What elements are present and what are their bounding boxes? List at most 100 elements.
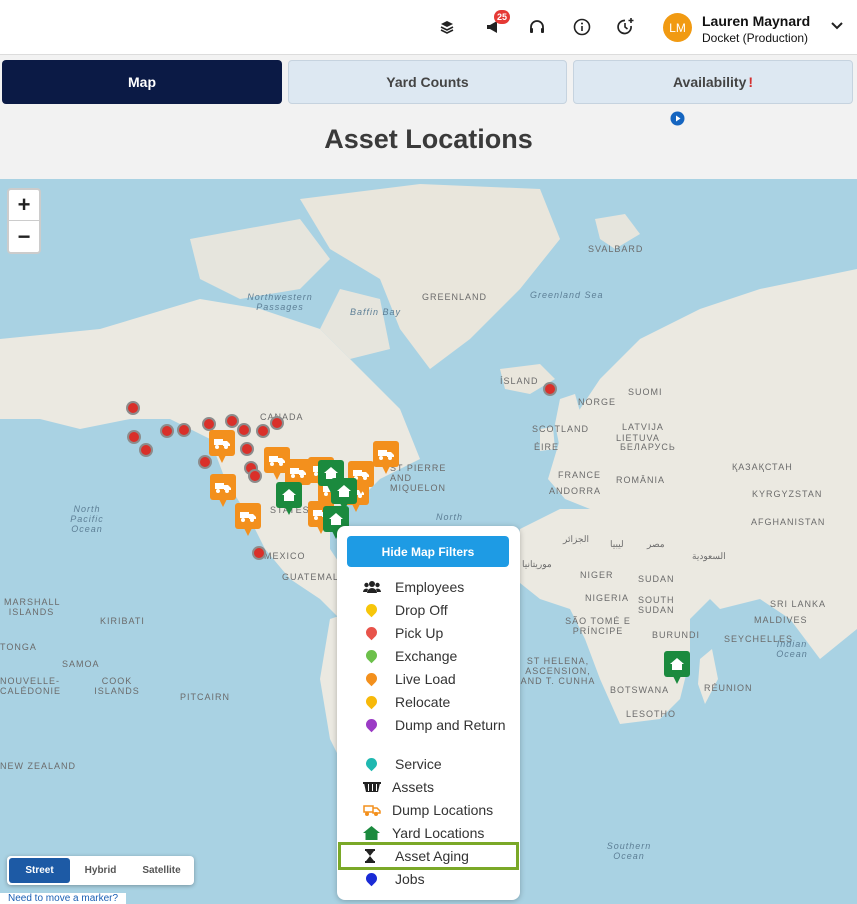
- map-type-control: Street Hybrid Satellite: [7, 856, 194, 885]
- dump-truck-icon[interactable]: [209, 430, 235, 463]
- map-label-romania: ROMÂNIA: [616, 475, 666, 485]
- tab-yard-counts[interactable]: Yard Counts: [288, 60, 567, 104]
- jobs-marker-icon: [363, 870, 380, 887]
- info-icon[interactable]: [571, 16, 593, 38]
- zoom-in-button[interactable]: +: [9, 190, 39, 221]
- map-label-sao-tome: SÃO TOMÉ E PRÍNCIPE: [565, 616, 631, 636]
- map-type-street-button[interactable]: Street: [9, 858, 70, 883]
- pick-up-marker[interactable]: [126, 401, 140, 415]
- map-label-maldives: MALDIVES: [754, 615, 808, 625]
- map-label-eire: ÉIRE: [534, 442, 560, 452]
- map-label-niger: NIGER: [580, 570, 614, 580]
- notification-badge: 25: [494, 10, 510, 24]
- map-label-saudi: السعودية: [692, 551, 726, 561]
- map-type-satellite-button[interactable]: Satellite: [131, 858, 192, 883]
- map-label-mauritania: موريتانيا: [522, 559, 552, 569]
- pick-up-marker[interactable]: [127, 430, 141, 444]
- map-label-belarus: БЕЛАРУСЬ: [620, 442, 676, 452]
- filter-label: Service: [395, 756, 442, 772]
- dump-truck-icon[interactable]: [235, 503, 261, 536]
- map-label-tonga: TONGA: [0, 642, 37, 652]
- map-label-france: FRANCE: [558, 470, 602, 480]
- filter-label: Drop Off: [395, 602, 448, 618]
- dump-return-marker-icon: [363, 716, 380, 733]
- map-filters-panel: Hide Map Filters Employees Drop Off Pick…: [337, 526, 520, 900]
- map-label-cook: COOK ISLANDS: [94, 676, 140, 696]
- chevron-down-icon[interactable]: [830, 19, 844, 38]
- home-icon[interactable]: [276, 482, 302, 515]
- home-icon: [363, 826, 380, 842]
- map-label-sri-lanka: SRI LANKA: [770, 599, 827, 609]
- avatar[interactable]: LM: [663, 13, 692, 42]
- pick-up-marker[interactable]: [177, 423, 191, 437]
- move-marker-link[interactable]: Need to move a marker?: [0, 893, 127, 904]
- filter-label: Asset Aging: [395, 848, 469, 864]
- pick-up-marker[interactable]: [248, 469, 262, 483]
- dump-truck-icon[interactable]: [210, 474, 236, 507]
- dump-truck-icon[interactable]: [373, 441, 399, 474]
- pick-up-marker[interactable]: [543, 382, 557, 396]
- map-label-southern-ocean: Southern Ocean: [606, 841, 652, 861]
- hourglass-icon: [363, 849, 379, 865]
- map-label-new-zealand: NEW ZEALAND: [0, 761, 77, 771]
- map-label-kazakhstan: ҚАЗАҚСТАН: [732, 462, 793, 472]
- map-label-suomi: SUOMI: [628, 387, 663, 397]
- pick-up-marker[interactable]: [160, 424, 174, 438]
- hide-map-filters-button[interactable]: Hide Map Filters: [347, 536, 509, 567]
- drop-off-marker-icon: [363, 601, 380, 618]
- map-label-andorra: ANDORRA: [549, 486, 602, 496]
- filter-label: Dump Locations: [392, 802, 494, 818]
- map-label-samoa: SAMOA: [62, 659, 100, 669]
- pick-up-marker[interactable]: [198, 455, 212, 469]
- filter-label: Pick Up: [395, 625, 444, 641]
- map-label-burundi: BURUNDI: [652, 630, 701, 640]
- map-label-north-atlantic: North: [436, 512, 464, 522]
- map-label-botswana: BOTSWANA: [610, 685, 670, 695]
- pick-up-marker[interactable]: [139, 443, 153, 457]
- live-load-marker-icon: [363, 670, 380, 687]
- map-label-marshall: MARSHALL ISLANDS: [4, 597, 61, 617]
- map-label-island: ÍSLAND: [500, 376, 539, 386]
- pick-up-marker[interactable]: [202, 417, 216, 431]
- employees-icon: [363, 580, 381, 596]
- warning-icon: !: [748, 74, 754, 90]
- pick-up-marker[interactable]: [256, 424, 270, 438]
- filter-label: Yard Locations: [392, 825, 485, 841]
- pick-up-marker[interactable]: [270, 416, 284, 430]
- zoom-out-button[interactable]: −: [9, 221, 39, 252]
- dump-truck-icon: [363, 803, 381, 819]
- home-icon[interactable]: [664, 651, 690, 684]
- layers-icon[interactable]: [436, 16, 458, 38]
- service-marker-icon: [363, 755, 380, 772]
- map-label-kiribati: KIRIBATI: [100, 616, 145, 626]
- tab-map[interactable]: Map: [2, 60, 282, 104]
- headset-icon[interactable]: [526, 16, 548, 38]
- map-label-kyrgyzstan: KYRGYZSTAN: [752, 489, 823, 499]
- map-label-reunion: RÉUNION: [704, 683, 753, 693]
- pick-up-marker[interactable]: [240, 442, 254, 456]
- assets-icon: [363, 780, 381, 796]
- pick-up-marker-icon: [363, 624, 380, 641]
- pick-up-marker[interactable]: [237, 423, 251, 437]
- tab-availability-label: Availability: [672, 74, 747, 90]
- clock-add-icon[interactable]: [615, 16, 637, 38]
- home-icon[interactable]: [331, 478, 357, 511]
- filter-label: Exchange: [395, 648, 458, 664]
- tab-availability[interactable]: Availability!: [573, 60, 853, 104]
- map-label-nouvelle: NOUVELLE-CALÉDONIE: [0, 676, 62, 696]
- page-title: Asset Locations: [324, 124, 533, 154]
- filter-label: Jobs: [395, 871, 425, 887]
- map-type-hybrid-button[interactable]: Hybrid: [70, 858, 131, 883]
- map-label-afghanistan: AFGHANISTAN: [751, 517, 826, 527]
- map-label-south-sudan: SOUTH SUDAN: [638, 595, 675, 615]
- map-label-northwestern-passages: Northwestern Passages: [247, 292, 313, 312]
- map-label-nigeria: NIGERIA: [585, 593, 630, 603]
- map-label-sudan: SUDAN: [638, 574, 675, 584]
- exchange-marker-icon: [363, 647, 380, 664]
- map-label-algeria: الجزائر: [563, 534, 589, 544]
- filter-label: Assets: [392, 779, 435, 795]
- pick-up-marker[interactable]: [252, 546, 266, 560]
- user-name[interactable]: Lauren Maynard: [702, 13, 810, 29]
- map-label-pitcairn: PITCAIRN: [180, 692, 231, 702]
- user-org[interactable]: Docket (Production): [702, 31, 808, 45]
